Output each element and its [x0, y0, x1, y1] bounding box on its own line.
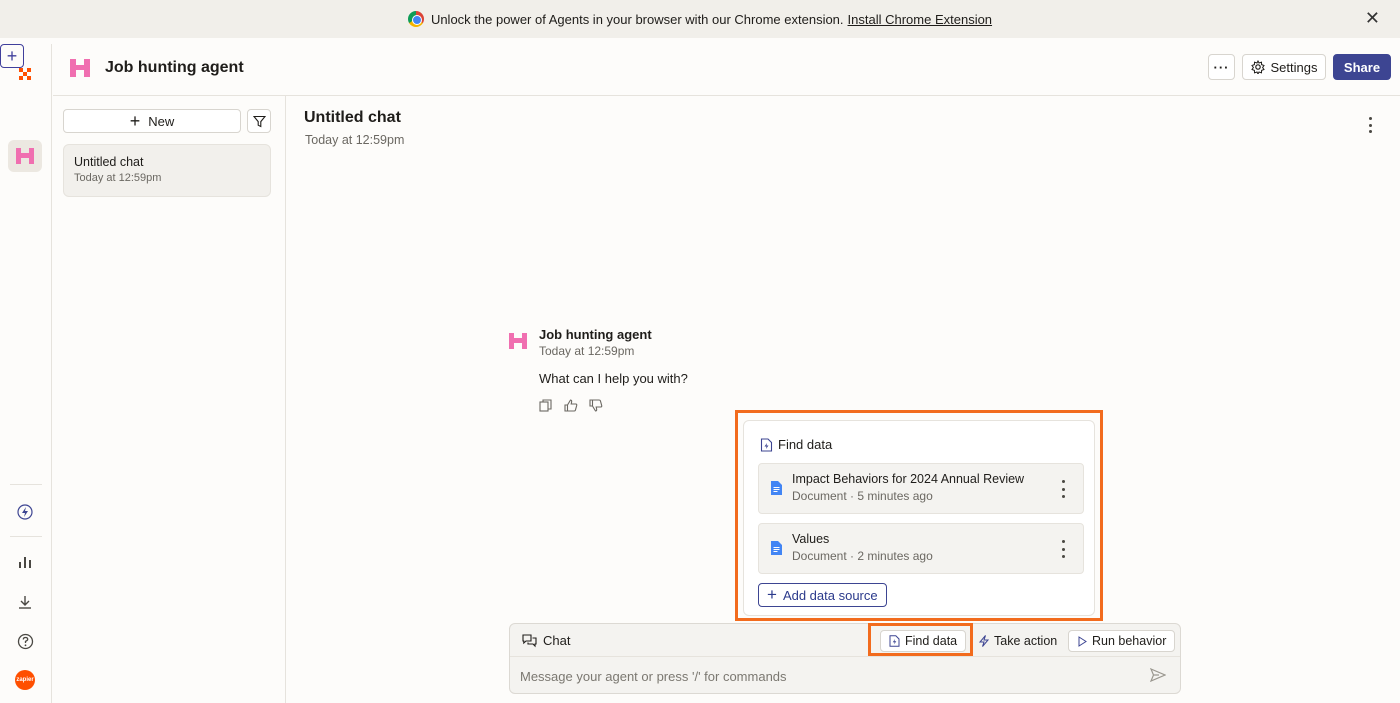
rail-divider [10, 536, 42, 537]
chat-list-panel: + New Untitled chat Today at 12:59pm [53, 96, 286, 703]
thumbs-up-icon[interactable] [563, 398, 578, 413]
analytics-icon[interactable] [8, 546, 42, 578]
share-button[interactable]: Share [1333, 54, 1391, 80]
filter-button[interactable] [247, 109, 271, 133]
message-text: What can I help you with? [539, 371, 688, 386]
install-extension-link[interactable]: Install Chrome Extension [848, 12, 993, 27]
chat-timestamp: Today at 12:59pm [305, 133, 405, 147]
lightning-icon[interactable] [8, 496, 42, 528]
composer-toolbar: Chat Find data Take action Run behavior [510, 624, 1180, 657]
message-input[interactable] [520, 665, 1140, 687]
chat-options-button[interactable] [1362, 114, 1378, 136]
message-actions [538, 398, 603, 413]
new-chat-button[interactable]: + New [63, 109, 241, 133]
settings-button[interactable]: Settings [1242, 54, 1326, 80]
run-behavior-button[interactable]: Run behavior [1068, 630, 1176, 652]
find-data-highlight [868, 623, 973, 656]
download-icon[interactable] [8, 586, 42, 618]
agent-icon [69, 58, 91, 81]
thumbs-down-icon[interactable] [588, 398, 603, 413]
chat-mode-label: Chat [522, 633, 570, 648]
chat-item-time: Today at 12:59pm [74, 172, 162, 184]
agent-nav-icon[interactable] [8, 140, 42, 172]
lightning-icon [979, 635, 989, 647]
account-avatar[interactable]: zapier [8, 664, 42, 696]
close-banner-button[interactable]: ✕ [1365, 9, 1380, 27]
settings-label: Settings [1270, 59, 1318, 75]
play-icon [1078, 635, 1087, 647]
message-sender: Job hunting agent [539, 327, 652, 342]
filter-icon [252, 115, 266, 127]
more-options-button[interactable]: ··· [1208, 54, 1235, 80]
help-icon[interactable] [8, 625, 42, 657]
rail-divider [10, 484, 42, 485]
zapier-logo-icon[interactable] [8, 58, 42, 90]
copy-icon[interactable] [538, 398, 553, 413]
message-time: Today at 12:59pm [539, 344, 635, 358]
chat-list-item[interactable]: Untitled chat Today at 12:59pm [63, 144, 271, 197]
take-action-button[interactable]: Take action [970, 630, 1066, 652]
agent-avatar-icon [508, 332, 528, 353]
left-rail: + zapier [0, 44, 52, 703]
message-composer: Chat Find data Take action Run behavior … [509, 623, 1181, 694]
chat-bubbles-icon [522, 633, 537, 647]
zapier-badge: zapier [15, 670, 35, 690]
chrome-icon [407, 11, 424, 27]
plus-icon: + [129, 111, 141, 131]
extension-banner: Unlock the power of Agents in your brows… [0, 0, 1400, 38]
run-behavior-label: Run behavior [1092, 634, 1167, 648]
agent-title: Job hunting agent [105, 59, 244, 76]
popover-highlight [735, 410, 1103, 621]
chat-title: Untitled chat [304, 109, 401, 126]
chat-mode-text: Chat [543, 633, 571, 648]
banner-message: Unlock the power of Agents in your brows… [430, 11, 844, 27]
new-chat-label: New [148, 113, 175, 129]
chat-main: Untitled chat Today at 12:59pm Job hunti… [286, 96, 1400, 703]
take-action-label: Take action [994, 634, 1058, 648]
gear-icon [1250, 60, 1265, 74]
agent-header: Job hunting agent ··· Settings Share [53, 44, 1400, 96]
send-icon[interactable] [1149, 667, 1167, 685]
chat-item-name: Untitled chat [74, 155, 144, 169]
